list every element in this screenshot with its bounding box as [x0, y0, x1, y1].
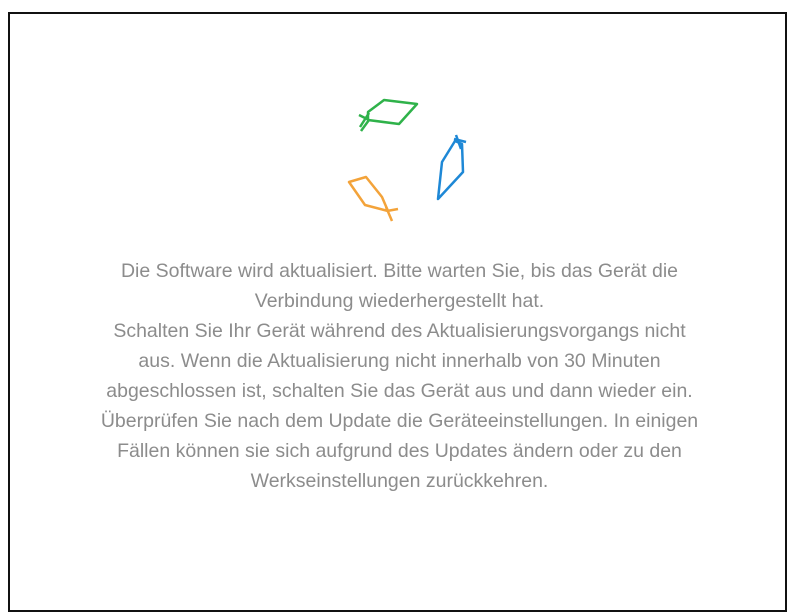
- update-message: Die Software wird aktualisiert. Bitte wa…: [30, 256, 769, 496]
- message-line-1: Die Software wird aktualisiert. Bitte wa…: [120, 260, 679, 282]
- message-line-5: abgeschlossen ist, schalten Sie das Gerä…: [106, 380, 693, 402]
- message-line-6: Überprüfen Sie nach dem Update die Gerät…: [100, 410, 699, 432]
- message-line-8: Werkseinstellungen zurückkehren.: [250, 470, 549, 492]
- message-line-7: Fällen können sie sich aufgrund des Upda…: [117, 440, 682, 462]
- orange-fish-icon: [347, 175, 399, 222]
- message-line-3: Schalten Sie Ihr Gerät während des Aktua…: [113, 320, 686, 342]
- message-line-4: aus. Wenn die Aktualisierung nicht inner…: [138, 350, 661, 372]
- blue-fish-icon: [436, 134, 467, 201]
- update-dialog: Die Software wird aktualisiert. Bitte wa…: [8, 12, 787, 612]
- loading-spinner: [338, 86, 478, 226]
- fish-loading-icon: [347, 98, 467, 222]
- message-line-2: Verbindung wiederhergestellt hat.: [254, 290, 545, 312]
- green-fish-icon: [358, 98, 419, 132]
